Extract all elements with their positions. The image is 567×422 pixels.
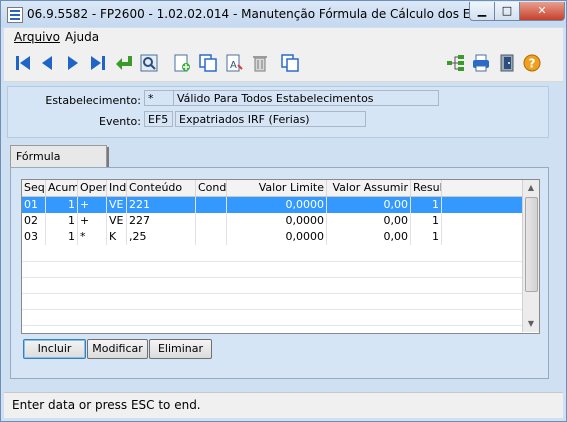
cell-valor-assumir: 0,00 xyxy=(327,229,411,245)
exit-icon[interactable] xyxy=(497,53,517,73)
cell-resul: 1 xyxy=(411,213,442,229)
formula-grid[interactable]: Seq Acum Oper Ind Conteúdo Cond Valor Li… xyxy=(21,179,540,334)
modificar-button[interactable]: Modificar xyxy=(87,339,148,359)
cell-acum: 1 xyxy=(46,213,78,229)
cell-ind: K xyxy=(107,229,127,245)
grid-line xyxy=(22,277,522,278)
cell-resul: 1 xyxy=(411,197,442,213)
column-header-conteudo[interactable]: Conteúdo xyxy=(127,180,196,196)
cell-acum: 1 xyxy=(46,197,78,213)
toolbar: A ? xyxy=(4,45,563,82)
edit-record-icon[interactable]: A xyxy=(224,53,244,73)
scroll-up-icon[interactable]: ▲ xyxy=(523,180,539,196)
cell-valor-assumir: 0,00 xyxy=(327,197,411,213)
evento-code-field[interactable]: EF5 xyxy=(144,111,173,127)
cell-valor-limite: 0,0000 xyxy=(227,229,327,245)
column-header-oper[interactable]: Oper xyxy=(78,180,107,196)
cell-ind: VE xyxy=(107,213,127,229)
tab-formula[interactable]: Fórmula xyxy=(10,145,107,167)
menu-bar: Arquivo Ajuda xyxy=(4,28,563,45)
application-window: 06.9.5582 - FP2600 - 1.02.02.014 - Manut… xyxy=(0,0,567,422)
cell-cond xyxy=(196,229,227,245)
scroll-thumb[interactable] xyxy=(525,197,538,292)
cell-conteudo: ,25 xyxy=(127,229,196,245)
column-header-cond[interactable]: Cond xyxy=(196,180,227,196)
svg-text:?: ? xyxy=(529,57,536,71)
cell-cond xyxy=(196,213,227,229)
grid-header: Seq Acum Oper Ind Conteúdo Cond Valor Li… xyxy=(22,180,522,197)
tree-icon[interactable] xyxy=(446,53,466,73)
copy-icon[interactable] xyxy=(280,53,300,73)
cell-conteudo: 227 xyxy=(127,213,196,229)
cell-ind: VE xyxy=(107,197,127,213)
app-icon xyxy=(7,7,23,23)
cell-valor-assumir: 0,00 xyxy=(327,213,411,229)
incluir-button[interactable]: Incluir xyxy=(23,339,86,359)
evento-desc-field: Expatriados IRF (Ferias) xyxy=(175,111,366,127)
status-bar: Enter data or press ESC to end. xyxy=(4,392,563,418)
cell-seq: 01 xyxy=(22,197,46,213)
column-header-valor-assumir[interactable]: Valor Assumir xyxy=(327,180,411,196)
help-icon[interactable]: ? xyxy=(522,53,542,73)
go-to-icon[interactable] xyxy=(114,53,134,73)
menu-arquivo[interactable]: Arquivo xyxy=(14,30,60,44)
status-text: Enter data or press ESC to end. xyxy=(12,398,201,412)
cell-acum: 1 xyxy=(46,229,78,245)
column-header-seq[interactable]: Seq xyxy=(22,180,46,196)
estabelecimento-label: Estabelecimento: xyxy=(45,94,141,107)
table-row[interactable]: 01 1 + VE 221 0,0000 0,00 1 xyxy=(22,197,522,213)
estabelecimento-desc-field: Válido Para Todos Estabelecimentos xyxy=(173,90,439,106)
previous-record-icon[interactable] xyxy=(37,53,57,73)
cell-valor-limite: 0,0000 xyxy=(227,213,327,229)
table-row[interactable]: 03 1 * K ,25 0,0000 0,00 1 xyxy=(22,229,522,245)
evento-label: Evento: xyxy=(99,115,141,128)
title-bar[interactable]: 06.9.5582 - FP2600 - 1.02.02.014 - Manut… xyxy=(1,1,566,27)
column-header-ind[interactable]: Ind xyxy=(107,180,127,196)
scroll-down-icon[interactable]: ▼ xyxy=(523,316,539,332)
cell-resul: 1 xyxy=(411,229,442,245)
cell-valor-limite: 0,0000 xyxy=(227,197,327,213)
grid-line xyxy=(22,309,522,310)
column-header-acum[interactable]: Acum xyxy=(46,180,78,196)
eliminar-button[interactable]: Eliminar xyxy=(149,339,212,359)
cell-oper: + xyxy=(78,197,107,213)
next-record-icon[interactable] xyxy=(63,53,83,73)
cell-seq: 03 xyxy=(22,229,46,245)
svg-text:A: A xyxy=(230,60,237,71)
search-icon[interactable] xyxy=(139,53,159,73)
grid-vertical-scrollbar[interactable]: ▲ ▼ xyxy=(522,180,539,332)
minimize-button[interactable]: ▁ xyxy=(469,2,495,21)
cell-seq: 02 xyxy=(22,213,46,229)
grid-line xyxy=(22,261,522,262)
maximize-button[interactable]: □ xyxy=(494,2,520,21)
cell-cond xyxy=(196,197,227,213)
first-record-icon[interactable] xyxy=(13,53,33,73)
menu-ajuda[interactable]: Ajuda xyxy=(65,30,99,44)
column-header-resul[interactable]: Resul xyxy=(411,180,442,196)
table-row[interactable]: 02 1 + VE 227 0,0000 0,00 1 xyxy=(22,213,522,229)
grid-line xyxy=(22,325,522,326)
grid-line xyxy=(22,293,522,294)
cell-oper: * xyxy=(78,229,107,245)
print-icon[interactable] xyxy=(471,53,491,73)
cell-conteudo: 221 xyxy=(127,197,196,213)
window-title: 06.9.5582 - FP2600 - 1.02.02.014 - Manut… xyxy=(27,7,505,21)
delete-record-icon[interactable] xyxy=(250,53,270,73)
copy-record-icon[interactable] xyxy=(198,53,218,73)
add-record-icon[interactable] xyxy=(172,53,192,73)
close-button[interactable]: ✕ xyxy=(519,2,565,21)
column-header-valor-limite[interactable]: Valor Limite xyxy=(227,180,327,196)
last-record-icon[interactable] xyxy=(88,53,108,73)
cell-oper: + xyxy=(78,213,107,229)
